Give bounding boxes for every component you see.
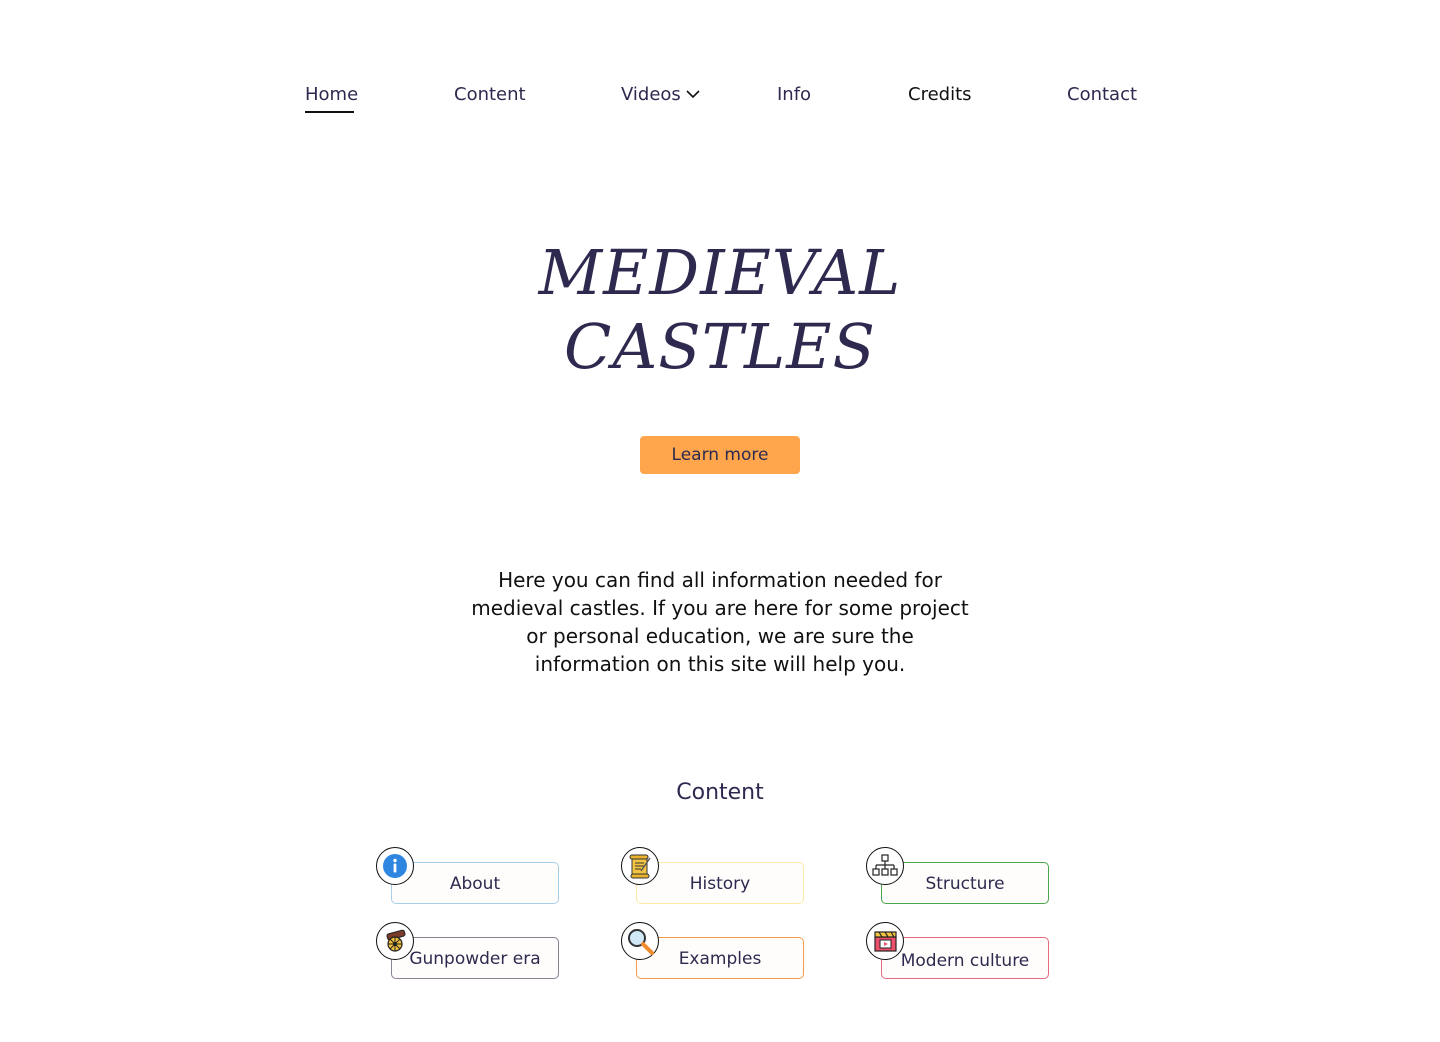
nav-home[interactable]: Home: [305, 84, 358, 106]
nav-videos-label: Videos: [621, 84, 681, 105]
card-structure-label: Structure: [925, 874, 1005, 894]
content-section-title: Content: [676, 780, 764, 805]
card-gunpowder-era[interactable]: Gunpowder era: [391, 937, 559, 979]
card-history[interactable]: History: [636, 862, 804, 904]
scroll-icon: [621, 847, 659, 885]
card-about[interactable]: About: [391, 862, 559, 904]
learn-more-button[interactable]: Learn more: [640, 436, 800, 474]
cannon-icon: [376, 922, 414, 960]
nav-active-underline: [305, 111, 354, 113]
clapperboard-icon: [866, 922, 904, 960]
hero-title-line2: CASTLES: [564, 310, 876, 383]
chevron-down-icon: [686, 89, 700, 98]
info-icon: [376, 847, 414, 885]
card-about-label: About: [449, 874, 501, 894]
nav-credits[interactable]: Credits: [908, 84, 972, 106]
card-structure[interactable]: Structure: [881, 862, 1049, 904]
card-modern-culture-label: Modern culture: [900, 951, 1030, 971]
magnifier-icon: [621, 922, 659, 960]
hero-title-line1: MEDIEVAL: [538, 236, 902, 309]
hierarchy-icon: [866, 847, 904, 885]
card-history-label: History: [689, 874, 751, 894]
card-examples[interactable]: Examples: [636, 937, 804, 979]
nav-info[interactable]: Info: [777, 84, 811, 106]
nav-videos[interactable]: Videos: [621, 84, 701, 106]
nav-content[interactable]: Content: [454, 84, 526, 106]
card-gunpowder-era-label: Gunpowder era: [409, 949, 541, 969]
card-modern-culture[interactable]: Modern culture: [881, 937, 1049, 979]
nav-contact[interactable]: Contact: [1067, 84, 1137, 106]
intro-text: Here you can find all information needed…: [471, 568, 969, 676]
card-examples-label: Examples: [678, 949, 762, 969]
